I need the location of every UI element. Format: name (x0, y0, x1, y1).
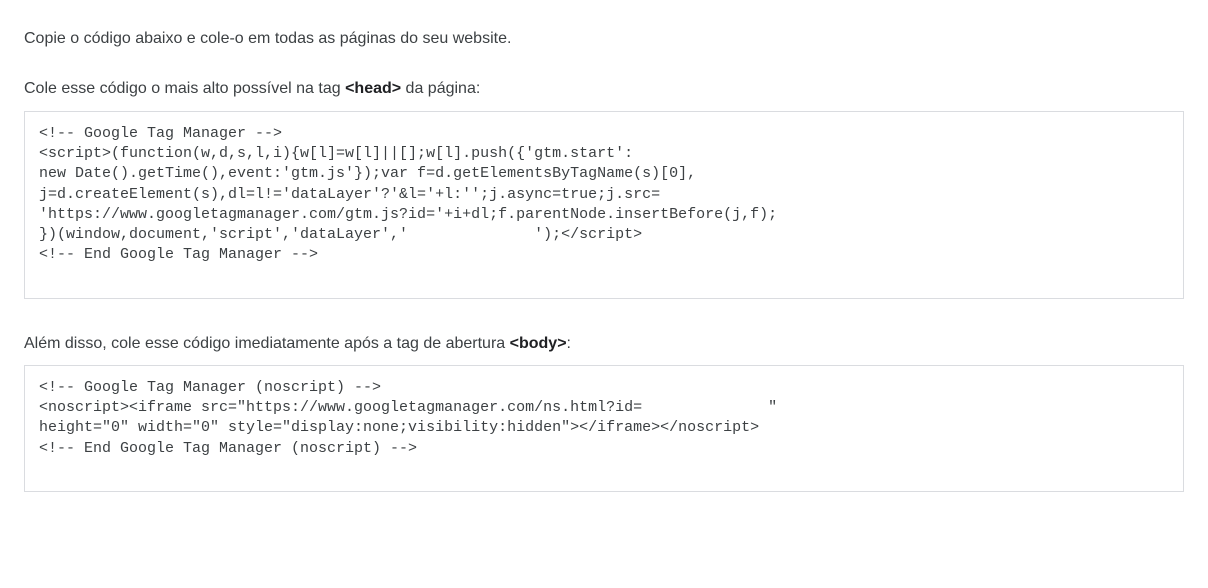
head-section-label: Cole esse código o mais alto possível na… (24, 78, 1184, 100)
head-label-before: Cole esse código o mais alto possível na… (24, 80, 345, 97)
body-code-box[interactable]: <!-- Google Tag Manager (noscript) --> <… (24, 365, 1184, 492)
body-label-before: Além disso, cole esse código imediatamen… (24, 335, 510, 352)
intro-text: Copie o código abaixo e cole-o em todas … (24, 28, 1184, 50)
head-label-after: da página: (401, 80, 480, 97)
head-code-box[interactable]: <!-- Google Tag Manager --> <script>(fun… (24, 111, 1184, 299)
gtm-install-instructions: Copie o código abaixo e cole-o em todas … (0, 0, 1208, 516)
body-tag: <body> (510, 335, 567, 352)
body-section-label: Além disso, cole esse código imediatamen… (24, 333, 1184, 355)
head-tag: <head> (345, 80, 401, 97)
body-label-after: : (567, 335, 571, 352)
